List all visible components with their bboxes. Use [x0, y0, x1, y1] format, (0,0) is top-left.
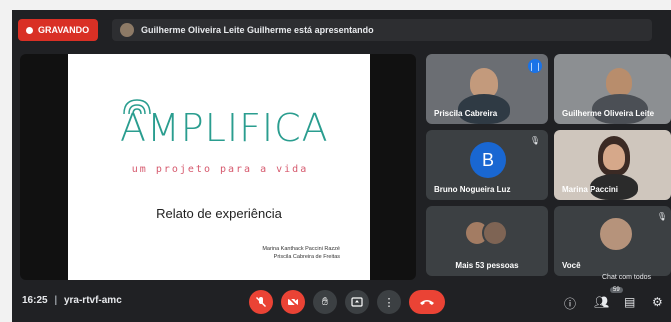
participant-name: Priscila Cabreira [434, 109, 498, 118]
camera-toggle-button[interactable] [281, 290, 305, 314]
meet-window: GRAVANDO Guilherme Oliveira Leite Guilhe… [12, 10, 671, 322]
info-icon: ⓘ [564, 297, 577, 311]
participant-tile[interactable]: B 🎙︎ Bruno Nogueira Luz [426, 130, 548, 200]
participant-video [603, 144, 625, 170]
participant-tile[interactable]: 🎙︎ Você [554, 206, 671, 276]
meeting-code: yra-rtvf-amc [63, 295, 122, 306]
participant-name: Mais 53 pessoas [455, 261, 519, 270]
separator: | [54, 295, 58, 306]
chat-button[interactable]: ▤ [624, 295, 635, 309]
top-bar: GRAVANDO Guilherme Oliveira Leite Guilhe… [12, 10, 671, 50]
signal-waves-icon [123, 99, 151, 115]
recording-badge: GRAVANDO [18, 19, 98, 41]
participant-name: Bruno Nogueira Luz [434, 185, 511, 194]
chat-tooltip: Chat com todos [602, 274, 652, 281]
participant-tile[interactable]: Marina Paccini [554, 130, 671, 200]
present-screen-button[interactable] [345, 290, 369, 314]
participant-avatar [482, 220, 508, 246]
presenter-avatar [120, 23, 134, 37]
shared-slide: AMPLIFICA um projeto para a vida Relato … [68, 54, 370, 280]
record-dot-icon [26, 26, 33, 34]
participant-name: Você [562, 261, 581, 270]
presentation-banner: Guilherme Oliveira Leite Guilherme está … [112, 19, 652, 41]
hand-icon: ✋︎ [321, 295, 329, 308]
mic-off-icon: 🎙︎ [529, 136, 540, 145]
participant-name: Guilherme Oliveira Leite [562, 109, 655, 118]
mic-toggle-button[interactable] [249, 290, 273, 314]
activities-button[interactable]: ⚙︎ [652, 295, 663, 309]
speaking-icon: ❘❘ [528, 59, 542, 73]
recording-label: GRAVANDO [38, 25, 90, 35]
participant-tile[interactable]: Mais 53 pessoas [426, 206, 548, 276]
chat-icon: ▤ [624, 295, 636, 309]
hang-up-icon [420, 300, 434, 305]
slide-tagline: um projeto para a vida [131, 164, 309, 175]
mic-off-icon: 🎙︎ [656, 212, 667, 221]
leave-call-button[interactable] [409, 290, 445, 314]
participant-tile[interactable]: ❘❘ Priscila Cabreira [426, 54, 548, 124]
presentation-stage[interactable]: AMPLIFICA um projeto para a vida Relato … [20, 54, 416, 280]
slide-author: Marina Kanthack Paccini Razzé [262, 246, 340, 252]
more-options-button[interactable]: ⋮ [377, 290, 401, 314]
bottom-toolbar: 16:25 | yra-rtvf-amc ✋︎ ⋮ ⓘ 👥︎ ▤ ⚙︎ [12, 282, 671, 322]
meeting-info: 16:25 | yra-rtvf-amc [22, 295, 122, 306]
activities-icon: ⚙︎ [652, 295, 663, 309]
participant-name: Marina Paccini [562, 185, 619, 194]
clock-time: 16:25 [22, 295, 48, 306]
participant-tile[interactable]: Guilherme Oliveira Leite [554, 54, 671, 124]
slide-author: Priscila Cabreira de Freitas [273, 254, 340, 260]
participant-avatar [598, 216, 634, 252]
present-screen-icon [351, 297, 363, 307]
meeting-details-button[interactable]: ⓘ [564, 295, 576, 312]
more-vert-icon: ⋮ [383, 296, 395, 309]
participant-avatar: B [470, 142, 506, 178]
raise-hand-button[interactable]: ✋︎ [313, 290, 337, 314]
people-count-badge: 59 [610, 287, 623, 293]
presentation-banner-text: Guilherme Oliveira Leite Guilherme está … [141, 25, 374, 35]
people-button[interactable]: 👥︎ [594, 295, 609, 309]
people-icon: 👥︎ [594, 295, 610, 309]
camera-off-icon [287, 296, 299, 308]
slide-heading: Relato de experiência [156, 206, 282, 221]
slide-logo: AMPLIFICA [120, 99, 328, 148]
mic-off-icon [256, 297, 266, 307]
participant-video [606, 68, 632, 96]
